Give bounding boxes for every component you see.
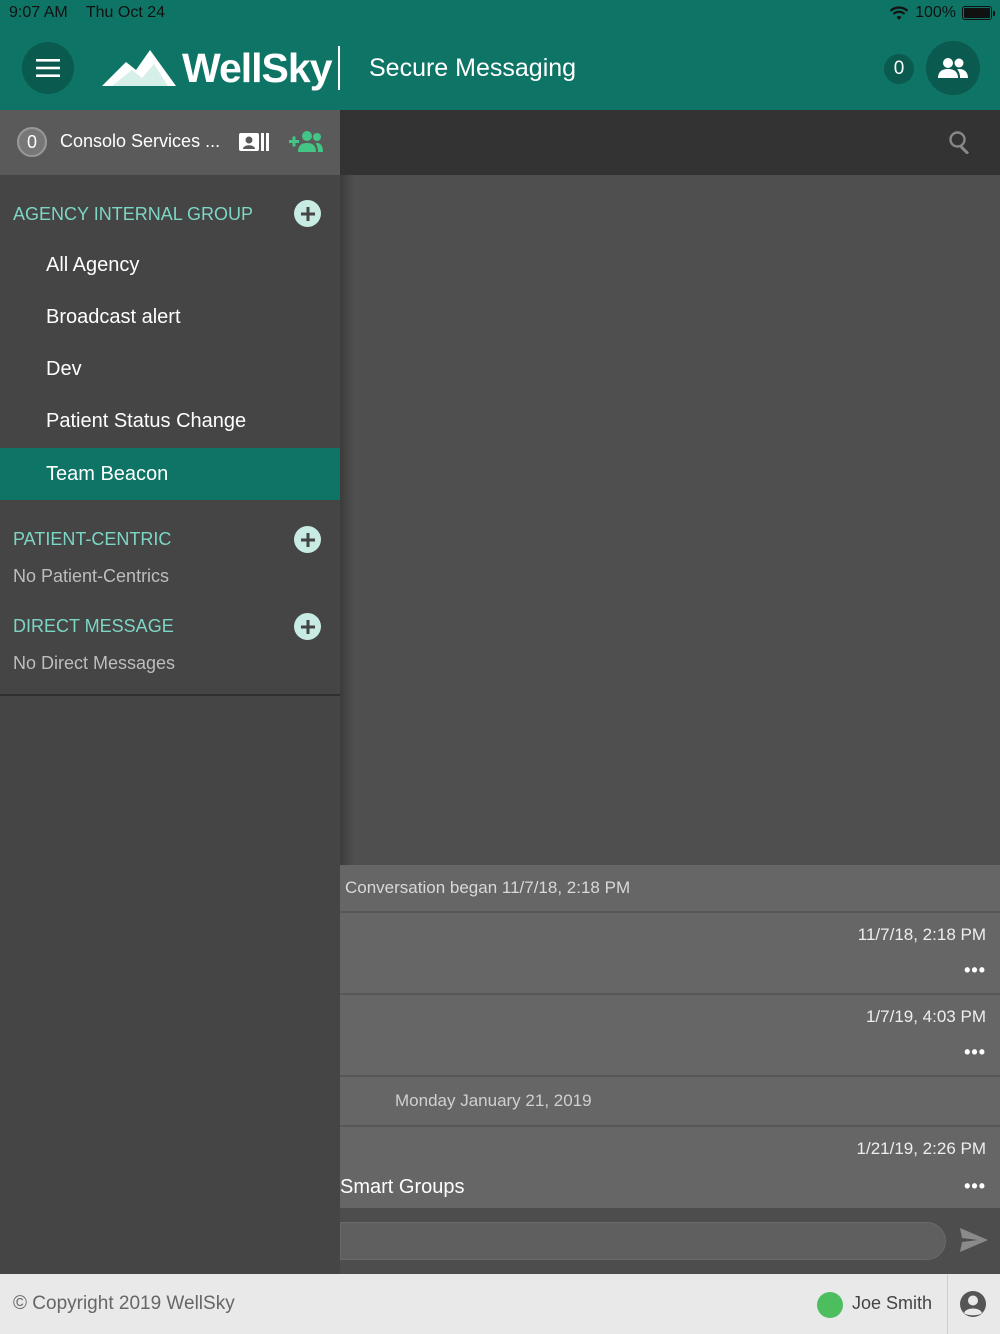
agency-group-title: AGENCY INTERNAL GROUP [13,204,254,224]
compose-bar [340,1208,1000,1274]
notification-badge[interactable]: 0 [884,54,914,84]
people-button[interactable] [926,41,980,95]
mountain-logo-icon [102,50,176,86]
org-unread-count: 0 [17,127,47,157]
wellsky-logo: WellSky [102,44,332,92]
message-time: 1/21/19, 2:26 PM [856,1139,986,1158]
plus-icon [300,532,315,547]
conversation-toolbar [340,110,1000,175]
plus-icon [300,206,315,221]
more-options-icon[interactable]: ••• [964,1042,986,1063]
battery-icon [962,6,995,20]
page-title: Secure Messaging [369,54,577,82]
day-separator: Monday January 21, 2019 [340,1077,1000,1127]
patient-centric-title: PATIENT-CENTRIC [13,529,172,549]
user-name[interactable]: Joe Smith [852,1293,932,1314]
battery-percent: 100% [915,4,956,21]
message-text: Smart Groups [340,1176,465,1198]
logo-text: WellSky [182,44,332,91]
message-time: 11/7/18, 2:18 PM [857,925,986,944]
presence-status-dot[interactable] [817,1292,843,1318]
contact-card-icon[interactable] [239,132,269,152]
org-name[interactable]: Consolo Services ... [60,131,220,152]
account-icon[interactable] [959,1290,987,1318]
content-overlay [340,175,1000,865]
message-row[interactable]: 1/21/19, 2:26 PM Smart Groups ••• [340,1127,1000,1209]
status-right: 100% [889,4,995,22]
header-divider [338,46,340,90]
conversation-began: Conversation began 11/7/18, 2:18 PM [340,865,1000,913]
search-icon[interactable] [948,130,972,154]
add-patient-centric-button[interactable] [294,526,321,553]
patient-centric-empty: No Patient-Centrics [13,566,170,586]
direct-message-empty: No Direct Messages [13,653,176,673]
group-item-all-agency[interactable]: All Agency [0,239,340,291]
wifi-icon [889,6,909,20]
hamburger-icon [36,59,60,77]
status-left: 9:07 AM Thu Oct 24 [9,4,179,22]
send-icon[interactable] [960,1228,988,1252]
message-time: 1/7/19, 4:03 PM [865,1007,986,1026]
footer: © Copyright 2019 WellSky Joe Smith [0,1274,1000,1334]
people-icon [938,58,968,78]
more-options-icon[interactable]: ••• [964,1176,986,1197]
plus-icon [300,619,315,634]
conversation-panel: Conversation began 11/7/18, 2:18 PM 11/7… [340,865,1000,1210]
footer-divider [947,1274,948,1334]
message-input[interactable] [340,1222,946,1260]
app-header: WellSky Secure Messaging 0 [0,26,1000,110]
message-row[interactable]: 11/7/18, 2:18 PM ••• [340,913,1000,995]
sidebar: 0 Consolo Services ... AGENCY INTERNAL G… [0,110,340,1274]
group-item-patient-status-change[interactable]: Patient Status Change [0,395,340,447]
status-time: 9:07 AM [9,4,68,21]
org-bar: 0 Consolo Services ... [0,110,340,175]
status-bar: 9:07 AM Thu Oct 24 100% [0,0,1000,26]
menu-button[interactable] [22,42,74,94]
direct-message-title: DIRECT MESSAGE [13,616,174,636]
copyright-text: © Copyright 2019 WellSky [13,1293,235,1314]
group-item-broadcast-alert[interactable]: Broadcast alert [0,291,340,343]
sidebar-divider [0,694,340,696]
add-direct-message-button[interactable] [294,613,321,640]
group-item-dev[interactable]: Dev [0,343,340,395]
message-row[interactable]: 1/7/19, 4:03 PM ••• [340,995,1000,1077]
add-agency-group-button[interactable] [294,200,321,227]
add-group-icon[interactable] [289,130,323,154]
group-item-team-beacon[interactable]: Team Beacon [0,448,340,500]
status-date: Thu Oct 24 [85,4,166,21]
more-options-icon[interactable]: ••• [964,960,986,981]
